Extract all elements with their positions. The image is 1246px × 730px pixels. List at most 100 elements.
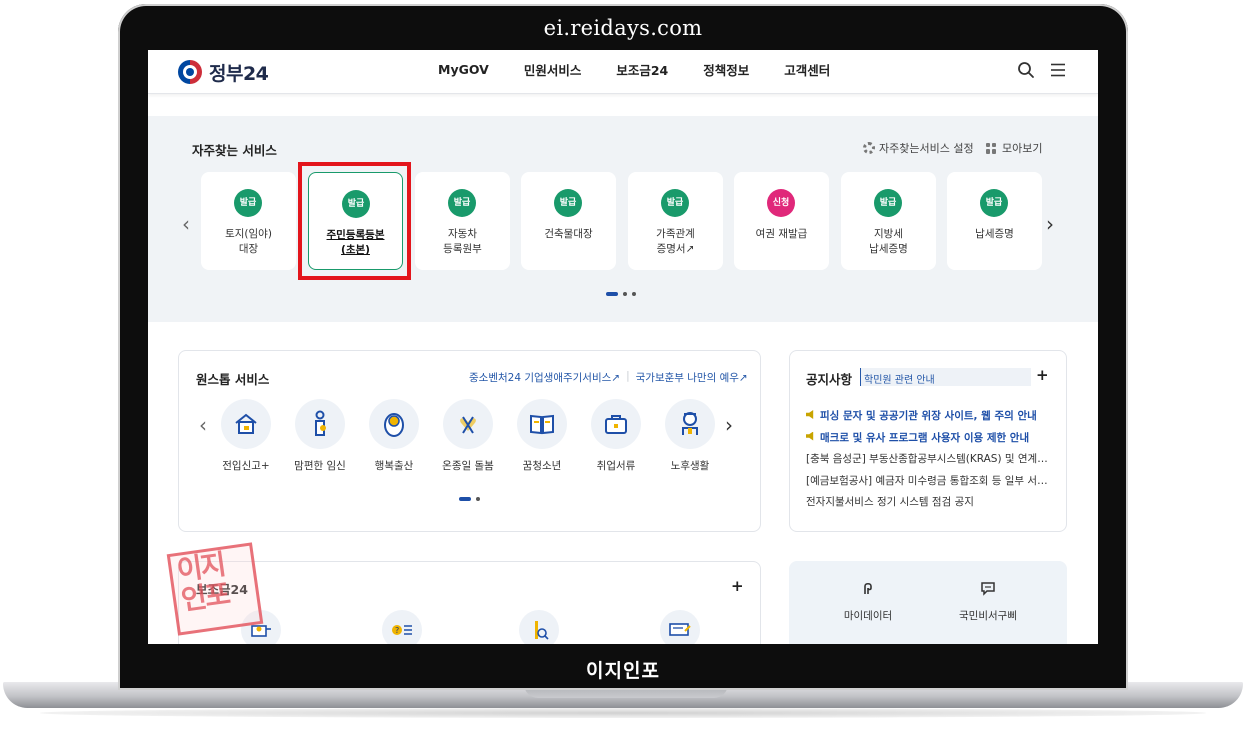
link-divider: | [626, 370, 630, 382]
service-card-family-relation[interactable]: 발급 가족관계 증명서↗ [628, 172, 723, 270]
notice-title: 공지사항 [806, 372, 853, 387]
page-dot[interactable] [623, 292, 627, 296]
notice-more-button[interactable]: + [1036, 366, 1049, 384]
apply-badge: 신청 [767, 189, 795, 217]
subsidy24-more-button[interactable]: + [731, 577, 744, 595]
book-icon [517, 399, 567, 449]
notice-item[interactable]: 매크로 및 유사 프로그램 사용자 이용 제한 안내 [806, 428, 1056, 450]
card-label: 가족관계 증명서↗ [656, 228, 695, 255]
veterans-honor-link[interactable]: 국가보훈부 나만의 예우↗ [636, 370, 748, 385]
red-highlight-box [298, 162, 411, 280]
browser-screen: 정부24 MyGOV 민원서비스 보조금24 정책정보 고객센터 자주찾는 서비… [148, 50, 1098, 644]
onestop-item-youth[interactable]: 꿈청소년 [505, 399, 579, 473]
service-card-building-register[interactable]: 발급 건축물대장 [521, 172, 616, 270]
nav-civil-service[interactable]: 민원서비스 [524, 60, 582, 79]
service-card-tax-certificate[interactable]: 발급 납세증명 [947, 172, 1042, 270]
view-all-label: 모아보기 [1002, 142, 1043, 155]
subsidy-question-doc-icon[interactable]: ? [382, 610, 422, 644]
page-dot-active[interactable] [459, 497, 471, 501]
issue-badge: 발급 [448, 189, 476, 217]
onestop-item-move-in[interactable]: 전입신고+ [209, 399, 283, 473]
service-card-local-tax-certificate[interactable]: 발급 지방세 납세증명 [841, 172, 936, 270]
onestop-label: 노후생활 [670, 460, 710, 472]
onestop-item-birth[interactable]: 행복출산 [357, 399, 431, 473]
briefcase-icon [591, 399, 641, 449]
carousel-prev-arrow[interactable]: ‹ [182, 212, 190, 236]
mydata-icon [864, 582, 872, 594]
site-logo[interactable]: 정부24 [178, 58, 269, 86]
notice-panel: 공지사항 학민원 관련 안내 + 피싱 문자 및 공공기관 위장 사이트, 웹 … [789, 350, 1067, 532]
onestop-item-all-day-care[interactable]: 온종일 돌봄 [431, 399, 505, 473]
elderly-person-icon [665, 399, 715, 449]
sme24-lifecycle-link[interactable]: 중소벤처24 기업생애주기서비스↗ [469, 370, 620, 385]
quick-label: 마이데이터 [843, 610, 893, 622]
onestop-label: 취업서류 [596, 460, 636, 472]
notice-item[interactable]: [충북 음성군] 부동산종합공부시스템(KRAS) 및 연계… [806, 449, 1056, 471]
notice-item[interactable]: [예금보험공사] 예금자 미수령금 통합조회 등 일부 서… [806, 471, 1056, 493]
watermark-stamp: 이지 인포 [166, 542, 264, 636]
issue-badge: 발급 [874, 189, 902, 217]
hamburger-menu-icon[interactable] [1050, 62, 1066, 78]
issue-badge: 발급 [554, 189, 582, 217]
onestop-item-employment-documents[interactable]: 취업서류 [579, 399, 653, 473]
notice-item[interactable]: 피싱 문자 및 공공기관 위장 사이트, 웹 주의 안내 [806, 406, 1056, 428]
page-dot[interactable] [632, 292, 636, 296]
svg-text:?: ? [395, 626, 399, 635]
service-card-land-register[interactable]: 발급 토지(임야) 대장 [201, 172, 296, 270]
quick-national-secretary[interactable]: 국민비서구삐 [933, 580, 1043, 623]
onestop-label: 행복출산 [374, 460, 414, 472]
notice-list: 피싱 문자 및 공공기관 위장 사이트, 웹 주의 안내 매크로 및 유사 프로… [806, 406, 1056, 514]
ribbon-heart-icon [443, 399, 493, 449]
quick-mydata[interactable]: 마이데이터 [813, 580, 923, 623]
carousel-next-arrow[interactable]: › [1046, 212, 1054, 236]
issue-badge: 발급 [980, 189, 1008, 217]
frequent-services-setting-link[interactable]: 자주찾는서비스 설정 [863, 140, 974, 156]
nav-subsidy24[interactable]: 보조금24 [616, 60, 668, 79]
nav-customer-center[interactable]: 고객센터 [784, 60, 830, 79]
card-label: 지방세 납세증명 [869, 228, 908, 255]
onestop-links: 중소벤처24 기업생애주기서비스↗ | 국가보훈부 나만의 예우↗ [469, 370, 748, 385]
subsidy-monitor-icon[interactable] [660, 610, 700, 644]
chat-bubble-icon [981, 582, 995, 596]
bezel-title: ei.reidays.com [543, 16, 703, 40]
subsidy24-panel: 보조금24 + ? [178, 561, 761, 644]
view-all-link[interactable]: 모아보기 [986, 140, 1042, 156]
baby-icon [369, 399, 419, 449]
subsidy-search-icon[interactable] [519, 610, 559, 644]
notice-item[interactable]: 전자지불서비스 정기 시스템 점검 공지 [806, 492, 1056, 514]
onestop-next-arrow[interactable]: › [725, 413, 733, 437]
onestop-services-panel: 원스톱 서비스 중소벤처24 기업생애주기서비스↗ | 국가보훈부 나만의 예우… [178, 350, 761, 532]
service-card-vehicle-register[interactable]: 발급 자동차 등록원부 [415, 172, 510, 270]
card-label: 자동차 등록원부 [443, 228, 482, 255]
card-label: 건축물대장 [544, 228, 593, 240]
onestop-prev-arrow[interactable]: ‹ [199, 413, 207, 437]
bezel-footer-text: 이지인포 [586, 660, 660, 682]
nav-policy-info[interactable]: 정책정보 [703, 60, 749, 79]
frequent-services-section: 자주찾는 서비스 자주찾는서비스 설정 모아보기 ‹ 발급 토지(임야) 대장 … [148, 116, 1098, 322]
onestop-title: 원스톱 서비스 [196, 372, 270, 387]
megaphone-icon [806, 410, 814, 419]
nav-mygov[interactable]: MyGOV [438, 62, 489, 77]
site-header: 정부24 MyGOV 민원서비스 보조금24 정책정보 고객센터 [148, 50, 1098, 94]
notice-text: 피싱 문자 및 공공기관 위장 사이트, 웹 주의 안내 [820, 410, 1037, 422]
stamp-text: 이지 인포 [174, 547, 231, 617]
notice-ticker[interactable]: 학민원 관련 안내 [860, 368, 1031, 386]
onestop-item-retirement[interactable]: 노후생활 [653, 399, 727, 473]
notice-text: 매크로 및 유사 프로그램 사용자 이용 제한 안내 [820, 431, 1030, 444]
gear-icon [863, 142, 875, 154]
setting-label: 자주찾는서비스 설정 [879, 142, 974, 155]
carousel-pagination [606, 292, 641, 296]
search-icon[interactable] [1017, 61, 1035, 79]
page-dot-active[interactable] [606, 292, 618, 296]
house-icon [221, 399, 271, 449]
onestop-item-pregnancy[interactable]: 맘편한 임신 [283, 399, 357, 473]
laptop-shadow [40, 708, 1206, 718]
card-label: 납세증명 [975, 228, 1014, 240]
card-label: 토지(임야) 대장 [225, 228, 272, 255]
quick-label: 국민비서구삐 [959, 610, 1017, 622]
service-card-passport-reissue[interactable]: 신청 여권 재발급 [734, 172, 829, 270]
frequent-services-title: 자주찾는 서비스 [192, 143, 277, 158]
onestop-pagination [459, 497, 485, 501]
page-dot[interactable] [476, 497, 480, 501]
issue-badge: 발급 [234, 189, 262, 217]
